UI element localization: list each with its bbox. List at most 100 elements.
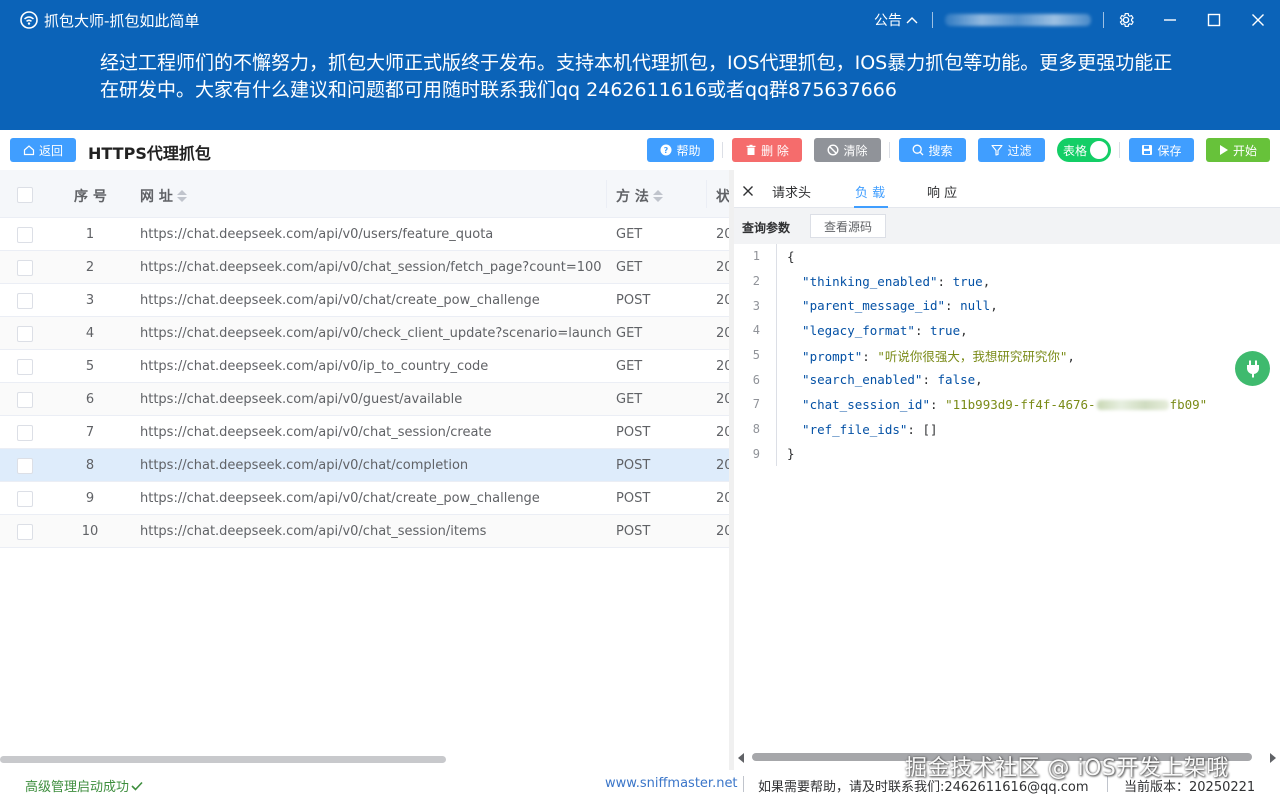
row-status: 20 [716, 293, 729, 308]
delete-button[interactable]: 删 除 [732, 138, 802, 162]
divider [1119, 142, 1120, 158]
svg-text:?: ? [664, 146, 669, 155]
tab-request-headers[interactable]: 请求头 [772, 182, 811, 201]
table-row[interactable]: 4 https://chat.deepseek.com/api/v0/check_… [0, 317, 729, 350]
table-row[interactable]: 7 https://chat.deepseek.com/api/v0/chat_s… [0, 416, 729, 449]
toggle-knob [1090, 141, 1108, 159]
row-checkbox[interactable] [17, 359, 33, 375]
view-source-button[interactable]: 查看源码 [810, 214, 886, 238]
code-token: fb09" [1169, 396, 1208, 412]
column-divider [706, 180, 707, 208]
row-status: 20 [716, 524, 729, 539]
code-gutter [776, 318, 777, 343]
row-checkbox[interactable] [17, 524, 33, 540]
table-horizontal-scrollbar[interactable] [0, 756, 446, 763]
close-icon [743, 186, 753, 196]
help-button[interactable]: ? 帮助 [647, 138, 714, 162]
code-line: 9} [734, 441, 1280, 467]
clear-label: 清除 [843, 143, 868, 158]
code-token: : [914, 322, 930, 338]
code-gutter [776, 392, 777, 417]
wifi-logo-icon [20, 11, 38, 29]
website-link[interactable]: www.sniffmaster.net [605, 776, 738, 791]
line-number: 6 [752, 372, 760, 387]
line-number: 9 [752, 446, 760, 461]
table-row[interactable]: 9 https://chat.deepseek.com/api/v0/chat/c… [0, 482, 729, 515]
back-button[interactable]: 返回 [10, 138, 76, 162]
code-token: "legacy_format" [787, 322, 915, 338]
back-label: 返回 [38, 143, 63, 158]
request-table: 序 号 网 址 方 法 状 1 https://chat.deepseek.com… [0, 170, 729, 770]
close-icon [1252, 14, 1264, 26]
tab-payload[interactable]: 负 载 [855, 182, 885, 201]
line-number: 5 [752, 348, 760, 363]
sort-icon[interactable] [176, 190, 187, 202]
line-number: 7 [752, 397, 760, 412]
close-window-button[interactable] [1236, 0, 1280, 40]
row-checkbox[interactable] [17, 458, 33, 474]
divider [932, 12, 933, 28]
maximize-icon [1207, 13, 1221, 27]
maximize-button[interactable] [1192, 0, 1236, 40]
row-checkbox[interactable] [17, 392, 33, 408]
row-method: POST [616, 524, 651, 539]
code-line: 2 "thinking_enabled": true, [734, 268, 1280, 294]
search-button[interactable]: 搜索 [899, 138, 966, 162]
header-url[interactable]: 网 址 [140, 186, 187, 206]
table-row[interactable]: 1 https://chat.deepseek.com/api/v0/users/… [0, 218, 729, 251]
row-checkbox[interactable] [17, 425, 33, 441]
table-mode-toggle[interactable]: 表格 [1057, 138, 1111, 162]
select-all-checkbox[interactable] [17, 187, 33, 203]
filter-icon [991, 144, 1004, 156]
code-token: : [945, 298, 961, 314]
code-gutter [776, 416, 777, 442]
minimize-icon [1164, 19, 1176, 21]
minimize-button[interactable] [1148, 0, 1192, 40]
code-token: "thinking_enabled" [787, 273, 938, 289]
code-content: "parent_message_id": null, [787, 298, 998, 313]
row-url: https://chat.deepseek.com/api/v0/chat/cr… [140, 491, 540, 506]
row-checkbox[interactable] [17, 227, 33, 243]
masked-username [945, 14, 1091, 26]
code-line: 5 "prompt": "听说你很强大，我想研究研究你", [734, 342, 1280, 368]
table-row[interactable]: 5 https://chat.deepseek.com/api/v0/ip_to_… [0, 350, 729, 383]
scroll-left-icon[interactable] [738, 753, 744, 763]
close-detail-button[interactable] [742, 182, 754, 201]
row-status: 20 [716, 425, 729, 440]
notice-toggle[interactable]: 公告 [874, 10, 918, 30]
header-method[interactable]: 方 法 [616, 186, 663, 206]
trash-icon [746, 144, 756, 155]
scroll-right-icon[interactable] [1270, 753, 1276, 763]
table-row[interactable]: 3 https://chat.deepseek.com/api/v0/chat/c… [0, 284, 729, 317]
start-button[interactable]: 开始 [1206, 138, 1270, 162]
question-icon: ? [660, 144, 672, 156]
code-content: } [787, 446, 795, 461]
plug-button[interactable] [1235, 351, 1270, 386]
row-checkbox[interactable] [17, 260, 33, 276]
row-status: 20 [716, 392, 729, 407]
code-line: 1{ [734, 244, 1280, 269]
row-checkbox[interactable] [17, 326, 33, 342]
divider [722, 142, 723, 158]
save-button[interactable]: 保存 [1129, 138, 1194, 162]
code-line: 4 "legacy_format": true, [734, 318, 1280, 343]
settings-button[interactable] [1104, 0, 1148, 40]
table-row[interactable]: 2 https://chat.deepseek.com/api/v0/chat_s… [0, 251, 729, 284]
code-content: { [787, 249, 795, 264]
table-row[interactable]: 10 https://chat.deepseek.com/api/v0/chat_… [0, 515, 729, 548]
row-index: 7 [85, 425, 95, 440]
clear-button[interactable]: 清除 [814, 138, 881, 162]
code-token: "prompt" [787, 348, 863, 364]
header-status-label: 状 [716, 189, 729, 205]
code-content: "ref_file_ids": [] [787, 422, 937, 437]
tab-response[interactable]: 响 应 [927, 182, 957, 201]
code-token: null [960, 298, 991, 314]
row-index: 6 [85, 392, 95, 407]
filter-button[interactable]: 过滤 [978, 138, 1045, 162]
sort-icon[interactable] [652, 190, 663, 202]
row-method: GET [616, 260, 643, 275]
row-checkbox[interactable] [17, 293, 33, 309]
table-row[interactable]: 6 https://chat.deepseek.com/api/v0/guest/… [0, 383, 729, 416]
table-row[interactable]: 8 https://chat.deepseek.com/api/v0/chat/c… [0, 449, 729, 482]
row-checkbox[interactable] [17, 491, 33, 507]
